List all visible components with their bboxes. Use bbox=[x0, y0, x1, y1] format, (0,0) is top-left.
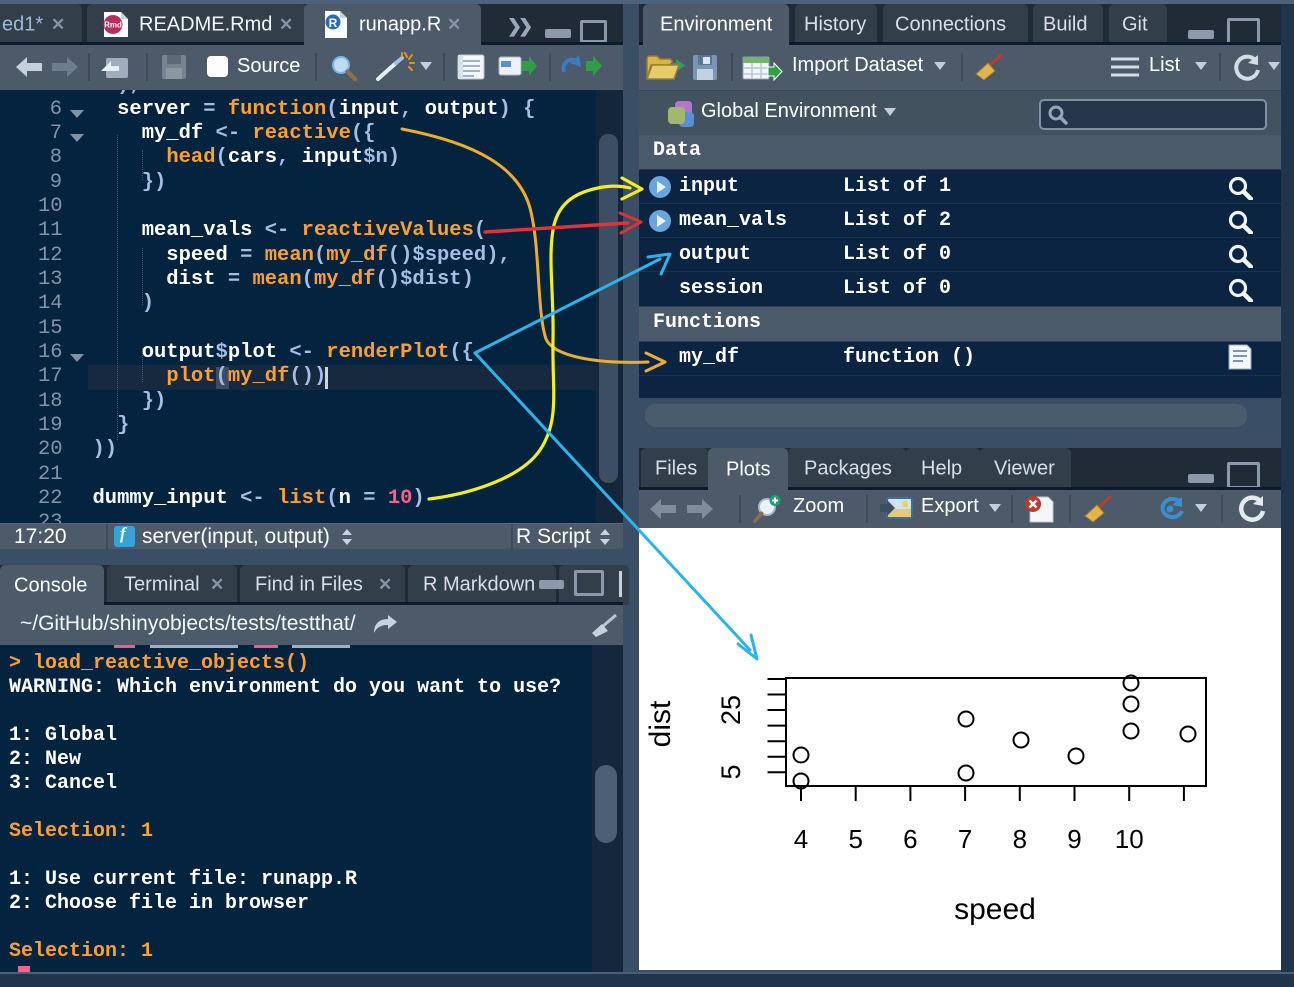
svg-text:Rmd: Rmd bbox=[104, 21, 122, 30]
svg-text:R: R bbox=[329, 16, 338, 30]
